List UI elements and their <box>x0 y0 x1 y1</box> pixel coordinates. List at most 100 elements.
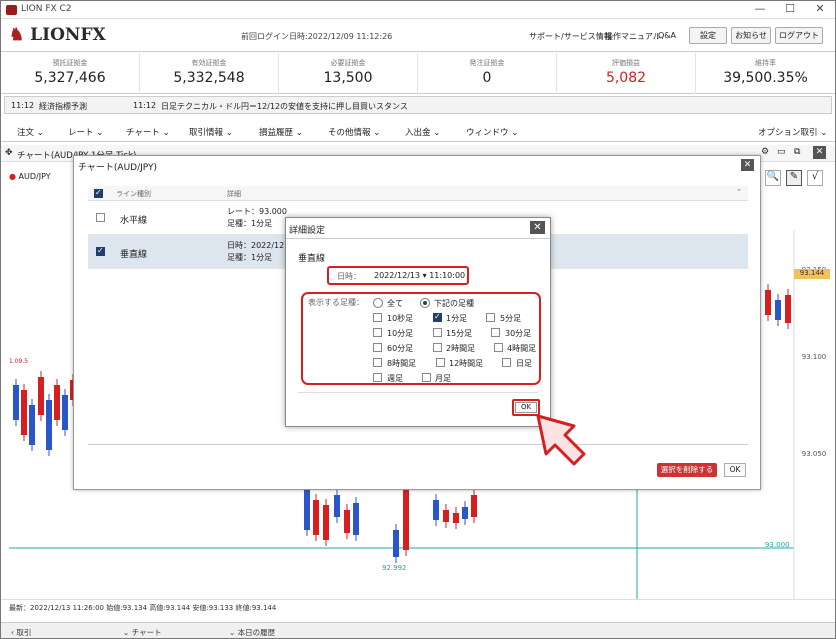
radio-below[interactable] <box>420 298 430 308</box>
menu-other-info[interactable]: その他情報 ⌄ <box>328 126 380 138</box>
divider <box>286 238 550 239</box>
tf-label: 月足 <box>435 374 451 383</box>
menu-label: オプション取引 <box>758 128 818 138</box>
summary-equity: 有効証拠金 5,332,548 <box>140 53 279 94</box>
candle-body <box>443 510 449 522</box>
row-checkbox[interactable] <box>96 246 105 256</box>
tf-label: 10秒足 <box>387 314 414 323</box>
candle-body <box>323 505 329 540</box>
minimize-button[interactable]: — <box>745 2 775 18</box>
candle-body <box>775 300 781 320</box>
menu-label: 入出金 <box>405 128 431 138</box>
tf-checkbox-10sec[interactable] <box>373 313 382 322</box>
section-title: 垂直線 <box>298 254 326 264</box>
candle-body <box>46 400 52 450</box>
menu-rate[interactable]: レート ⌄ <box>68 126 103 138</box>
chart-info-bar: 最新：2022/12/13 11:26:00 始値:93.134 高値:93.1… <box>1 599 835 613</box>
app-logo-icon <box>6 5 17 15</box>
collapse-icon[interactable]: ⌃ <box>736 188 742 196</box>
candle-body <box>453 513 459 523</box>
menu-chart[interactable]: チャート ⌄ <box>126 126 170 138</box>
datetime-value[interactable]: 2022/12/13 ▾ 11:10:00 <box>374 271 465 280</box>
ok-button[interactable]: OK <box>724 463 746 477</box>
pointer-arrow-icon <box>536 414 586 466</box>
candle-body <box>334 495 340 517</box>
tf-checkbox-1min[interactable] <box>433 312 442 322</box>
tf-checkbox-4h[interactable] <box>494 343 503 352</box>
menu-label: 取引情報 <box>189 128 224 138</box>
divider <box>298 392 538 393</box>
news-ticker[interactable]: 11:12 経済指標予測 11:12 日足テクニカル・ドル円＝12/12の安値を… <box>4 96 832 114</box>
tf-checkbox-weekly[interactable] <box>373 373 382 382</box>
radio-below-label: 下記の足種 <box>434 299 474 308</box>
candle-body <box>393 530 399 557</box>
tf-checkbox-10min[interactable] <box>373 328 382 337</box>
menu-trade-info[interactable]: 取引情報 ⌄ <box>189 126 233 138</box>
candle-body <box>462 507 468 519</box>
low-price-label: 92.992 <box>382 564 407 572</box>
tf-checkbox-5min[interactable] <box>486 313 495 322</box>
logout-button[interactable]: ログアウト <box>775 27 823 44</box>
candle-body <box>403 490 409 550</box>
tf-label: 12時間足 <box>449 359 484 368</box>
candle-body <box>29 405 35 445</box>
delete-selected-button[interactable]: 選択を削除する <box>657 463 717 477</box>
close-icon[interactable]: ✕ <box>530 221 545 234</box>
candle-body <box>13 385 19 420</box>
menu-label: チャート <box>126 128 160 138</box>
support-link[interactable]: サポート/サービス情報 <box>529 31 612 42</box>
line-detail: レート：93.000 <box>227 207 287 216</box>
menu-order[interactable]: 注文 ⌄ <box>17 126 44 138</box>
summary-unrealized-pl: 評価損益 5,082 <box>557 53 696 94</box>
tf-checkbox-monthly[interactable] <box>422 373 431 382</box>
datetime-field[interactable]: 日時： 2022/12/13 ▾ 11:10:00 <box>327 266 469 285</box>
menu-deposit[interactable]: 入出金 ⌄ <box>405 126 440 138</box>
tf-checkbox-daily[interactable] <box>502 358 511 367</box>
qa-link[interactable]: Q&A <box>658 31 676 40</box>
divider <box>88 444 748 445</box>
settings-button[interactable]: 設定 <box>689 27 727 44</box>
summary-maintenance-ratio: 維持率 39,500.35% <box>696 53 835 94</box>
tf-label: 週足 <box>387 374 403 383</box>
candle-body <box>344 510 350 533</box>
timeframe-group: 表示する足種： 全て 下記の足種 10秒足 1分足 5分足 10分足 15分足 … <box>301 292 541 385</box>
menu-options[interactable]: オプション取引 ⌄ <box>758 126 827 138</box>
menu-label: レート <box>68 128 94 138</box>
menu-pl-history[interactable]: 損益履歴 ⌄ <box>259 126 303 138</box>
line-detail: 日時：2022/12 <box>227 241 285 250</box>
tf-checkbox-30min[interactable] <box>491 328 500 337</box>
tf-label: 日足 <box>516 359 532 368</box>
app-header: ♞ LIONFX 前回ログイン日時:2022/12/09 11:12:26 サポ… <box>1 20 835 52</box>
summary-value: 5,332,548 <box>173 70 245 86</box>
radio-all[interactable] <box>373 298 383 308</box>
menu-label: ウィンドウ <box>466 128 509 138</box>
notices-button[interactable]: お知らせ <box>731 27 771 44</box>
menu-window[interactable]: ウィンドウ ⌄ <box>466 126 518 138</box>
summary-value: 5,082 <box>605 70 647 86</box>
summary-order-margin: 発注証拠金 0 <box>418 53 557 94</box>
news-time: 11:12 <box>11 101 35 110</box>
price-tick: 93.050 <box>801 450 827 458</box>
tf-label: 10分足 <box>387 329 414 338</box>
tf-checkbox-8h[interactable] <box>373 358 382 367</box>
close-window-button[interactable]: ✕ <box>805 2 835 18</box>
tab-chart[interactable]: ⌄ チャート <box>123 627 162 638</box>
close-icon[interactable]: ✕ <box>741 159 754 171</box>
summary-label: 必要証拠金 <box>330 59 366 67</box>
tf-checkbox-12h[interactable] <box>436 358 445 367</box>
row-checkbox[interactable] <box>96 213 105 222</box>
tab-trade[interactable]: ‹ 取引 <box>11 627 31 638</box>
tab-history[interactable]: ⌄ 本日の履歴 <box>229 627 275 638</box>
maximize-button[interactable]: ☐ <box>775 2 805 18</box>
tf-checkbox-2h[interactable] <box>433 343 442 352</box>
candle-body <box>38 377 44 415</box>
tf-label: 30分足 <box>505 329 532 338</box>
line-name: 水平線 <box>120 216 148 226</box>
current-price-badge: 93.144 <box>794 269 830 279</box>
line-name: 垂直線 <box>120 250 148 260</box>
horizontal-line-label: 93.000 <box>765 541 790 549</box>
manual-link[interactable]: 操作マニュアル <box>605 31 661 42</box>
tf-checkbox-60min[interactable] <box>373 343 382 352</box>
tf-checkbox-15min[interactable] <box>433 328 442 337</box>
select-all-checkbox[interactable] <box>94 188 103 198</box>
